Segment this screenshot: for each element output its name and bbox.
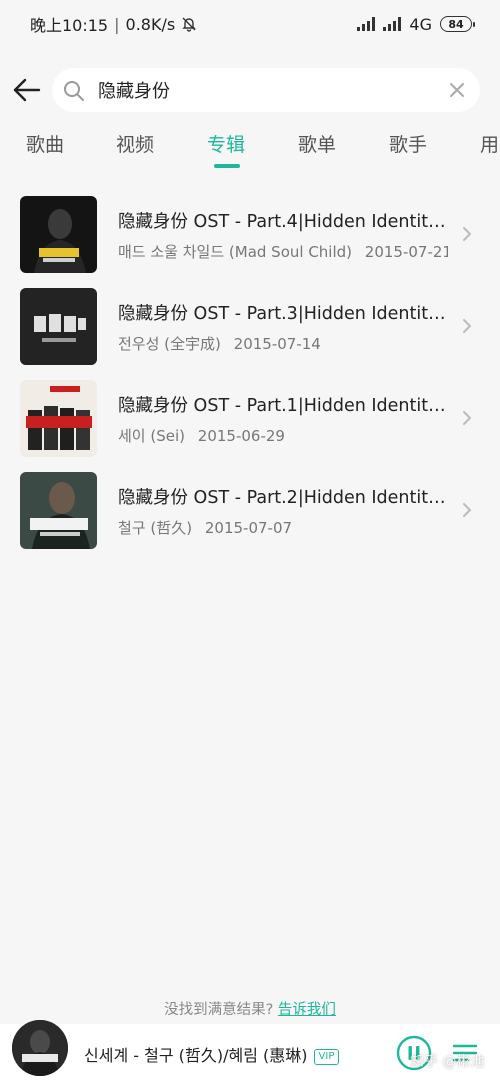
album-date: 2015-07-21 bbox=[364, 243, 448, 261]
status-left: 晚上10:15 | 0.8K/s bbox=[30, 12, 197, 36]
album-item[interactable]: 隐藏身份 OST - Part.4|Hidden Identity (Origi… bbox=[0, 188, 500, 280]
album-date: 2015-07-07 bbox=[204, 519, 293, 537]
album-title: 隐藏身份 OST - Part.3|Hidden Identity (Origi… bbox=[118, 304, 452, 324]
back-button[interactable] bbox=[10, 74, 44, 106]
album-cover-art bbox=[20, 380, 97, 457]
player-cover-art bbox=[12, 1020, 68, 1076]
signal-icon bbox=[357, 17, 376, 31]
search-icon bbox=[64, 81, 84, 101]
album-title: 隐藏身份 OST - Part.1|Hidden Identity (Origi… bbox=[118, 396, 452, 416]
tab-playlists[interactable]: 歌单 bbox=[298, 130, 336, 157]
status-bar: 晚上10:15 | 0.8K/s 4G 84 bbox=[0, 0, 500, 48]
battery-icon: 84 bbox=[440, 16, 475, 32]
network-type: 4G bbox=[409, 14, 432, 34]
feedback-link[interactable]: 告诉我们 bbox=[278, 1002, 336, 1018]
search-box[interactable] bbox=[52, 68, 480, 112]
album-item[interactable]: 隐藏身份 OST - Part.1|Hidden Identity (Origi… bbox=[0, 372, 500, 464]
album-cover-art bbox=[20, 196, 97, 273]
album-meta: 매드 소울 차일드 (Mad Soul Child) 2015-07-21 bbox=[118, 241, 448, 262]
search-tabs: 歌曲 视频 专辑 歌单 歌手 用 bbox=[0, 124, 500, 172]
active-tab-indicator bbox=[214, 164, 240, 168]
album-cover bbox=[20, 472, 97, 549]
watermark: 知乎 @彬池 bbox=[410, 1054, 485, 1070]
battery-level: 84 bbox=[448, 17, 464, 31]
chevron-right-icon bbox=[463, 319, 471, 333]
tab-songs[interactable]: 歌曲 bbox=[26, 130, 64, 157]
tab-videos[interactable]: 视频 bbox=[116, 130, 154, 157]
album-cover bbox=[20, 288, 97, 365]
player-cover[interactable] bbox=[12, 1020, 68, 1076]
album-meta: 전우성 (全宇成) 2015-07-14 bbox=[118, 333, 448, 354]
feedback-hint: 没找到满意结果? 告诉我们 bbox=[0, 998, 500, 1019]
album-title: 隐藏身份 OST - Part.2|Hidden Identity (Origi… bbox=[118, 488, 452, 508]
close-icon[interactable] bbox=[448, 81, 466, 99]
search-row bbox=[0, 64, 500, 116]
album-artist: 철구 (哲久) bbox=[118, 519, 193, 537]
clock: 晚上10:15 bbox=[30, 16, 109, 35]
album-cover bbox=[20, 380, 97, 457]
album-cover bbox=[20, 196, 97, 273]
album-meta: 세이 (Sei) 2015-06-29 bbox=[118, 425, 448, 446]
status-right: 4G 84 bbox=[357, 14, 475, 34]
chevron-right-icon bbox=[463, 503, 471, 517]
album-date: 2015-06-29 bbox=[197, 427, 285, 445]
chevron-right-icon bbox=[463, 227, 471, 241]
bell-off-icon bbox=[182, 17, 196, 32]
album-artist: 매드 소울 차일드 (Mad Soul Child) bbox=[118, 243, 353, 261]
tab-albums[interactable]: 专辑 bbox=[207, 130, 245, 157]
chevron-right-icon bbox=[463, 411, 471, 425]
album-list: 隐藏身份 OST - Part.4|Hidden Identity (Origi… bbox=[0, 188, 500, 556]
feedback-prompt: 没找到满意结果? bbox=[164, 1002, 274, 1018]
album-item[interactable]: 隐藏身份 OST - Part.2|Hidden Identity (Origi… bbox=[0, 464, 500, 556]
album-cover-art bbox=[20, 288, 97, 365]
album-date: 2015-07-14 bbox=[233, 335, 321, 353]
network-speed: 0.8K/s bbox=[125, 14, 176, 34]
tab-users[interactable]: 用 bbox=[480, 130, 499, 157]
album-meta: 철구 (哲久) 2015-07-07 bbox=[118, 517, 448, 538]
album-title: 隐藏身份 OST - Part.4|Hidden Identity (Origi… bbox=[118, 212, 452, 232]
album-artist: 전우성 (全宇成) bbox=[118, 335, 221, 353]
search-input[interactable] bbox=[98, 68, 428, 112]
album-cover-art bbox=[20, 472, 97, 549]
now-playing: 신세계 - 철구 (哲久)/혜림 (惠琳) VIP bbox=[84, 1042, 340, 1066]
divider: | bbox=[114, 14, 120, 34]
now-playing-title: 신세계 - 철구 (哲久)/혜림 (惠琳) bbox=[84, 1046, 308, 1065]
vip-badge: VIP bbox=[313, 1049, 340, 1065]
album-artist: 세이 (Sei) bbox=[118, 427, 185, 445]
tab-artists[interactable]: 歌手 bbox=[389, 130, 427, 157]
signal-icon-2 bbox=[383, 17, 402, 31]
arrow-left-icon bbox=[13, 78, 41, 102]
album-item[interactable]: 隐藏身份 OST - Part.3|Hidden Identity (Origi… bbox=[0, 280, 500, 372]
